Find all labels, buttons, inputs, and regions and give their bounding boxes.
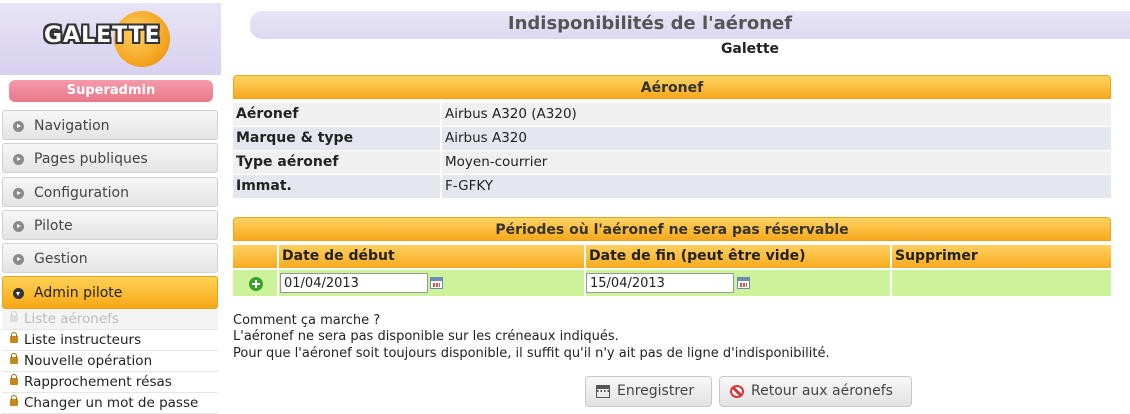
subitem-label: Liste instructeurs xyxy=(24,332,142,348)
start-date-input[interactable] xyxy=(280,273,428,293)
page-subtitle: Galette xyxy=(720,41,780,57)
back-button[interactable]: Retour aux aéronefs xyxy=(719,376,912,407)
sidebar: GALETTE Superadmin Navigation Pages publ… xyxy=(0,0,221,414)
info-value: Airbus A320 (A320) xyxy=(442,103,1111,126)
add-row-icon[interactable] xyxy=(249,277,263,291)
cancel-icon xyxy=(730,385,744,398)
sidebar-item-gestion[interactable]: Gestion xyxy=(2,243,218,273)
subitem-liste-instructeurs[interactable]: Liste instructeurs xyxy=(2,330,218,351)
logo-area: GALETTE xyxy=(0,3,221,75)
row-cell-delete xyxy=(892,270,1111,296)
sidebar-item-label: Admin pilote xyxy=(34,285,123,301)
chevron-right-icon xyxy=(13,154,24,165)
sidebar-item-admin-pilote[interactable]: Admin pilote xyxy=(2,276,218,309)
info-row-aeronef: Aéronef Airbus A320 (A320) xyxy=(233,103,1111,127)
periods-section-header: Périodes où l'aéronef ne sera pas réserv… xyxy=(233,217,1111,241)
info-label: Type aéronef xyxy=(233,151,440,174)
calendar-icon[interactable] xyxy=(737,277,750,289)
info-value: F-GFKY xyxy=(442,175,1111,198)
subitem-liste-aeronefs: Liste aéronefs xyxy=(2,309,218,330)
sidebar-item-navigation[interactable]: Navigation xyxy=(2,110,218,140)
subitem-label: Changer un mot de passe xyxy=(24,395,199,411)
sidebar-item-label: Pages publiques xyxy=(34,151,148,167)
info-row-marque-type: Marque & type Airbus A320 xyxy=(233,127,1111,151)
chevron-down-icon xyxy=(13,288,24,299)
chevron-right-icon xyxy=(13,188,24,199)
subitem-label: Nouvelle opération xyxy=(24,353,153,369)
col-head-start: Date de début xyxy=(279,245,584,268)
col-head-end: Date de fin (peut être vide) xyxy=(586,245,890,268)
calendar-icon xyxy=(596,385,610,398)
subitem-rapprochement-resas[interactable]: Rapprochement résas xyxy=(2,372,218,393)
save-button[interactable]: Enregistrer xyxy=(585,376,712,407)
subitem-label: Rapprochement résas xyxy=(24,374,172,390)
info-label: Marque & type xyxy=(233,127,440,150)
chevron-right-icon xyxy=(13,254,24,265)
help-text-2: Pour que l'aéronef soit toujours disponi… xyxy=(233,346,830,361)
sidebar-item-label: Configuration xyxy=(34,185,129,201)
end-date-input[interactable] xyxy=(586,273,734,293)
help-text-1: L'aéronef ne sera pas disponible sur les… xyxy=(233,329,619,344)
info-label: Immat. xyxy=(233,175,440,198)
info-row-type-aeronef: Type aéronef Moyen-courrier xyxy=(233,151,1111,175)
lock-icon xyxy=(10,395,18,406)
info-value: Airbus A320 xyxy=(442,127,1111,150)
lock-icon xyxy=(10,332,18,343)
subitem-nouvelle-operation[interactable]: Nouvelle opération xyxy=(2,351,218,372)
role-badge: Superadmin xyxy=(9,80,213,102)
lock-icon xyxy=(10,374,18,385)
help-title: Comment ça marche ? xyxy=(233,313,381,328)
info-label: Aéronef xyxy=(233,103,440,126)
sidebar-item-label: Navigation xyxy=(34,118,110,134)
sidebar-item-configuration[interactable]: Configuration xyxy=(2,177,218,207)
aircraft-section-header: Aéronef xyxy=(233,75,1111,99)
chevron-right-icon xyxy=(13,221,24,232)
subitem-label: Liste aéronefs xyxy=(24,311,119,327)
subitem-changer-mot-de-passe[interactable]: Changer un mot de passe xyxy=(2,393,218,414)
sidebar-item-label: Pilote xyxy=(34,218,73,234)
sidebar-item-label: Gestion xyxy=(34,251,88,267)
sidebar-item-pilote[interactable]: Pilote xyxy=(2,210,218,240)
lock-icon xyxy=(10,311,18,322)
lock-icon xyxy=(10,353,18,364)
info-value: Moyen-courrier xyxy=(442,151,1111,174)
sidebar-item-pages-publiques[interactable]: Pages publiques xyxy=(2,143,218,173)
chevron-right-icon xyxy=(13,121,24,132)
col-head-empty xyxy=(233,245,277,268)
info-row-immat: Immat. F-GFKY xyxy=(233,175,1111,199)
page-title: Indisponibilités de l'aéronef xyxy=(507,13,793,34)
logo[interactable]: GALETTE xyxy=(44,23,161,48)
col-head-delete: Supprimer xyxy=(892,245,1111,268)
calendar-icon[interactable] xyxy=(430,277,443,289)
